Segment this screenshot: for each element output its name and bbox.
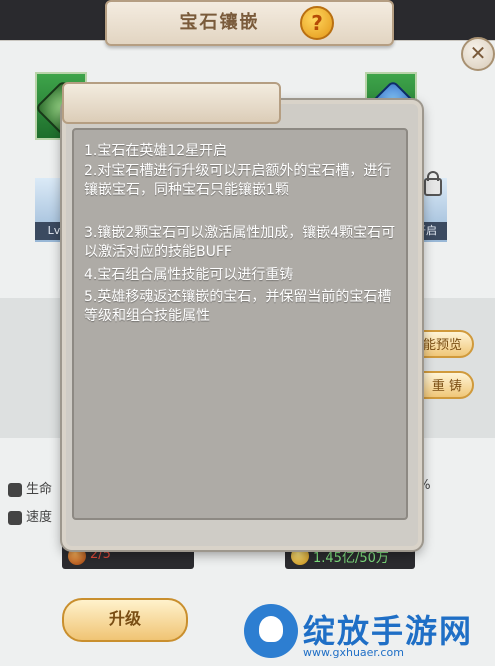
lock-icon <box>424 171 442 196</box>
stat-hp-label: 生命 <box>26 482 53 497</box>
speed-icon <box>8 510 22 525</box>
close-button[interactable]: ✕ <box>461 37 495 71</box>
stat-speed: 速度 <box>8 506 52 525</box>
shield-icon <box>8 482 22 497</box>
page-title: 宝石镶嵌 <box>179 12 260 33</box>
help-button[interactable]: ? <box>300 6 334 40</box>
title-banner: 宝石镶嵌 ? <box>105 0 394 46</box>
rule-item: 5.英雄移魂返还镶嵌的宝石，并保留当前的宝石槽等级和组合技能属性 <box>84 289 392 324</box>
stat-speed-label: 速度 <box>26 510 53 525</box>
popup-header-banner <box>62 82 281 124</box>
upgrade-button[interactable]: 升级 <box>62 598 188 642</box>
watermark-url: www.gxhuaer.com <box>303 646 404 659</box>
rule-item: 3.镶嵌2颗宝石可以激活属性加成，镶嵌4颗宝石可以激活对应的技能BUFF <box>84 225 396 260</box>
rule-item: 4.宝石组合属性技能可以进行重铸 <box>84 267 294 283</box>
stat-hp: 生命 <box>8 478 52 497</box>
rule-item: 2.对宝石槽进行升级可以开启额外的宝石槽，进行镶嵌宝石，同种宝石只能镶嵌1颗 <box>84 163 392 198</box>
rule-item: 1.宝石在英雄12星开启 <box>84 143 228 159</box>
watermark-logo-icon <box>244 604 298 658</box>
